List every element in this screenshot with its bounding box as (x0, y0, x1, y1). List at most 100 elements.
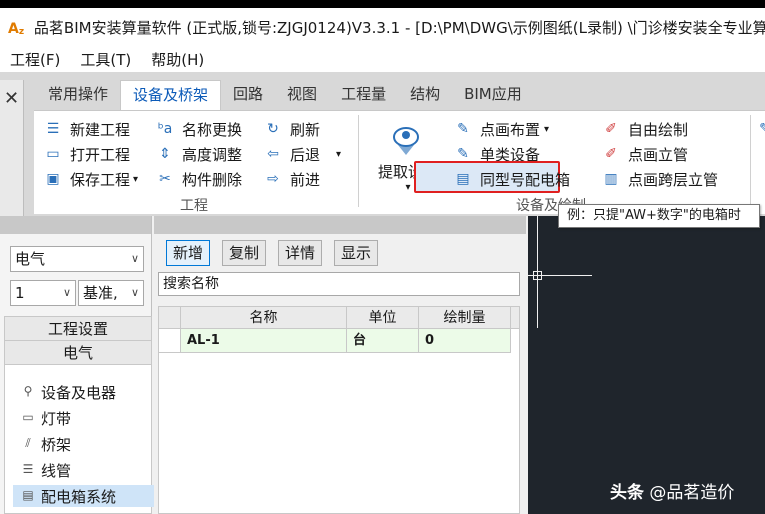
tab-circuit[interactable]: 回路 (221, 80, 275, 110)
panel-header-bar (154, 216, 526, 234)
distribution-box-icon: ▤ (456, 171, 470, 187)
nav-item-tray[interactable]: ⫽ 桥架 (19, 433, 71, 455)
cross-floor-riser-icon: ▥ (604, 171, 618, 187)
point-riser-button[interactable]: ✐ 点画立管 (602, 142, 688, 166)
component-nav: 工程设置 电气 ⚲ 设备及电器 ▭ 灯带 ⫽ 桥架 ☰ 线管 ▤ 配电箱系统 (4, 316, 155, 514)
component-table: 名称 单位 绘制量 AL-1 台 0 (158, 306, 520, 514)
rename-icon: ᵇa (157, 121, 173, 137)
bulb-icon: ⚲ (23, 384, 33, 398)
base-select[interactable]: 基准, ∨ (78, 280, 144, 306)
menu-project[interactable]: 工程(F) (0, 49, 70, 70)
column-count[interactable]: 绘制量 (419, 307, 511, 328)
menu-tools[interactable]: 工具(T) (70, 49, 141, 70)
tab-view[interactable]: 视图 (275, 80, 329, 110)
same-model-distribution-box-button[interactable]: ▤ 同型号配电箱 (454, 167, 570, 191)
tab-structure[interactable]: 结构 (398, 80, 452, 110)
back-button[interactable]: ⇦ 后退 ▾ (264, 142, 341, 166)
more-icon[interactable]: ✎ (756, 117, 765, 141)
copy-button[interactable]: 复制 (222, 240, 266, 266)
nav-item-light-strip[interactable]: ▭ 灯带 (19, 407, 71, 429)
drawing-canvas[interactable]: 头条 @品茗造价 (528, 216, 765, 514)
nav-electrical[interactable]: 电气 (5, 341, 151, 365)
dropdown-arrow-icon: ▾ (336, 148, 342, 160)
tab-equipment[interactable]: 设备及桥架 (120, 80, 222, 110)
ribbon-tabs: 常用操作 设备及桥架 回路 视图 工程量 结构 BIM应用 (36, 80, 534, 110)
window-title: 品茗BIM安装算量软件 (正式版,锁号:ZJGJ0124)V3.3.1 - [D… (33, 18, 765, 37)
row-header-cell (159, 329, 181, 353)
tooltip: 例：只提"AW+数字"的电箱时 (558, 204, 760, 228)
nav-project-settings[interactable]: 工程设置 (5, 317, 151, 341)
nav-item-equipment[interactable]: ⚲ 设备及电器 (19, 381, 116, 403)
cell-unit[interactable]: 台 (347, 329, 419, 353)
ribbon-panel: ☰ 新建工程 ▭ 打开工程 ▣ 保存工程 ▾ ᵇa 名称更换 ⇕ 高度调整 ✂ 构件删除 ↻… (34, 110, 765, 214)
new-file-icon: ☰ (46, 121, 60, 137)
forward-arrow-icon: ⇨ (267, 171, 279, 187)
display-button[interactable]: 显示 (334, 240, 378, 266)
ribbon: ✕ 常用操作 设备及桥架 回路 视图 工程量 结构 BIM应用 ☰ 新建工程 ▭ 打… (0, 72, 765, 216)
left-panel: 电气 ∨ 1 ∨ 基准, ∨ 工程设置 电气 ⚲ 设备及电器 ▭ 灯带 ⫽ 桥架 ☰ 线管 ▤… (0, 216, 155, 514)
screen-top-edge (0, 0, 765, 8)
folder-icon: ▭ (46, 146, 60, 162)
tab-bim[interactable]: BIM应用 (452, 80, 534, 110)
cell-count[interactable]: 0 (419, 329, 511, 353)
chevron-down-icon: ∨ (130, 286, 139, 299)
group-label-project: 工程 (180, 198, 208, 214)
search-input[interactable]: 搜索名称 (158, 272, 520, 296)
tab-quantity[interactable]: 工程量 (329, 80, 398, 110)
cursor-pickbox (533, 271, 542, 280)
riser-icon: ✐ (605, 146, 617, 162)
refresh-button[interactable]: ↻ 刷新 (264, 117, 320, 141)
tray-icon: ⫽ (25, 436, 31, 450)
cell-name[interactable]: AL-1 (181, 329, 347, 353)
panel-close-strip: ✕ (0, 80, 24, 216)
menu-bar: 工程(F) 工具(T) 帮助(H) (0, 46, 765, 72)
menu-help[interactable]: 帮助(H) (141, 49, 214, 70)
free-draw-icon: ✐ (605, 121, 617, 137)
title-bar: Az 品茗BIM安装算量软件 (正式版,锁号:ZJGJ0124)V3.3.1 -… (0, 8, 765, 46)
details-button[interactable]: 详情 (278, 240, 322, 266)
more-tool-icon: ✎ (759, 121, 765, 137)
conduit-icon: ☰ (22, 462, 34, 476)
group-separator (358, 115, 359, 207)
app-logo-icon: Az (8, 21, 25, 37)
tab-common[interactable]: 常用操作 (36, 80, 120, 110)
refresh-icon: ↻ (267, 121, 279, 137)
extract-equipment-icon (388, 123, 428, 157)
save-project-button[interactable]: ▣ 保存工程 ▾ (44, 167, 138, 191)
table-row[interactable]: AL-1 台 0 (159, 329, 519, 353)
dropdown-arrow-icon: ▾ (133, 173, 139, 185)
watermark: 头条 @品茗造价 (610, 483, 735, 503)
rename-button[interactable]: ᵇa 名称更换 (156, 117, 242, 141)
point-layout-button[interactable]: ✎ 点画布置 ▾ (454, 117, 549, 141)
distribution-box-icon: ▤ (22, 488, 34, 502)
delete-component-button[interactable]: ✂ 构件删除 (156, 167, 242, 191)
column-unit[interactable]: 单位 (347, 307, 419, 328)
open-project-button[interactable]: ▭ 打开工程 (44, 142, 130, 166)
group-separator (750, 115, 751, 207)
nav-item-distribution-box-system[interactable]: ▤ 配电箱系统 (13, 485, 155, 507)
save-icon: ▣ (46, 171, 60, 187)
table-header: 名称 单位 绘制量 (159, 307, 519, 329)
height-icon: ⇕ (159, 146, 171, 162)
height-adjust-button[interactable]: ⇕ 高度调整 (156, 142, 242, 166)
scissors-icon: ✂ (159, 171, 171, 187)
chevron-down-icon: ∨ (62, 286, 71, 299)
panel-header-bar (0, 216, 151, 234)
add-button[interactable]: 新增 (166, 240, 210, 266)
pencil-icon: ✎ (457, 121, 469, 137)
light-strip-icon: ▭ (22, 410, 34, 424)
close-icon[interactable]: ✕ (4, 88, 19, 109)
chevron-down-icon: ∨ (130, 252, 139, 265)
new-project-button[interactable]: ☰ 新建工程 (44, 117, 130, 141)
cross-floor-riser-button[interactable]: ▥ 点画跨层立管 (602, 167, 718, 191)
dropdown-arrow-icon: ▾ (544, 123, 550, 135)
category-select[interactable]: 电气 ∨ (10, 246, 144, 272)
nav-item-conduit[interactable]: ☰ 线管 (19, 459, 71, 481)
forward-button[interactable]: ⇨ 前进 (264, 167, 320, 191)
row-header-cell (159, 307, 181, 328)
floor-select[interactable]: 1 ∨ (10, 280, 76, 306)
free-draw-button[interactable]: ✐ 自由绘制 (602, 117, 688, 141)
column-name[interactable]: 名称 (181, 307, 347, 328)
back-arrow-icon: ⇦ (267, 146, 279, 162)
component-list-panel: 新增 复制 详情 显示 搜索名称 名称 单位 绘制量 AL-1 台 0 (154, 216, 526, 514)
